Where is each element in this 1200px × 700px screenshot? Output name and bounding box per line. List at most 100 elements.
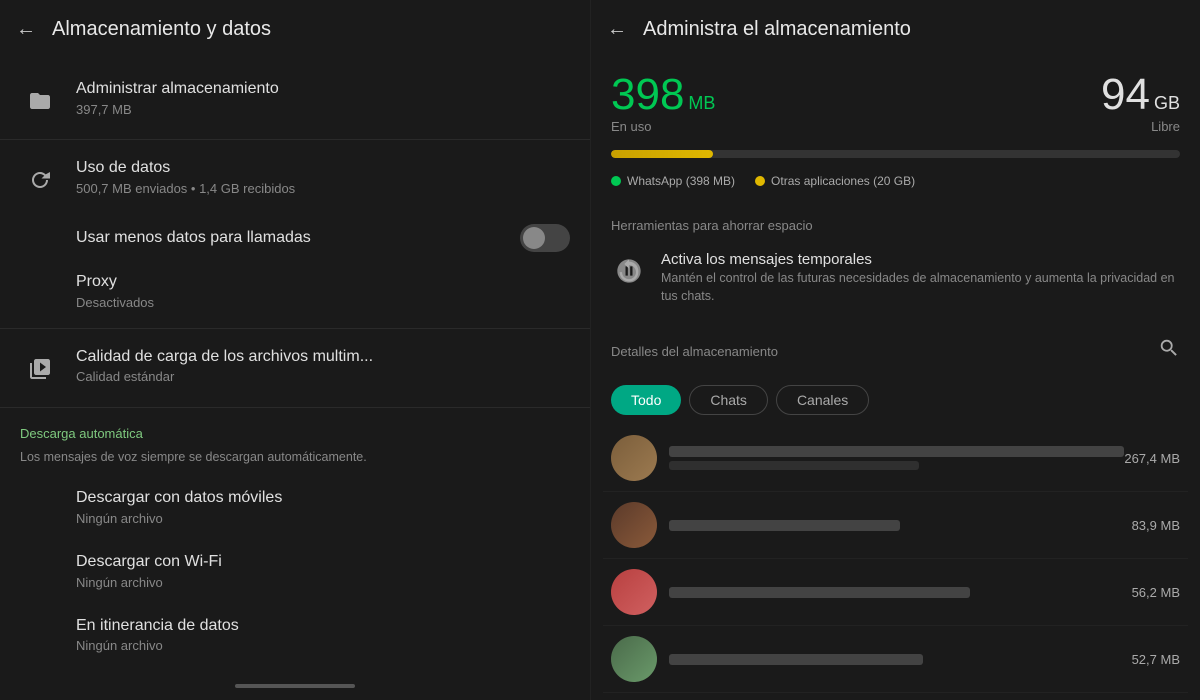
manage-storage-sublabel: 397,7 MB	[76, 102, 570, 119]
storage-used-desc: En uso	[611, 119, 715, 134]
manage-storage-text: Administrar almacenamiento 397,7 MB	[76, 79, 570, 119]
left-panel: ← Almacenamiento y datos Administrar alm…	[0, 0, 590, 700]
toggle-knob	[523, 227, 545, 249]
media-quality-item[interactable]: Calidad de carga de los archivos multim.…	[0, 333, 590, 403]
auto-download-desc: Los mensajes de voz siempre se descargan…	[0, 447, 590, 477]
use-less-data-item[interactable]: Usar menos datos para llamadas	[0, 214, 590, 262]
divider-1	[0, 139, 590, 140]
temp-messages-text: Activa los mensajes temporales Mantén el…	[661, 251, 1180, 305]
right-back-button[interactable]: ←	[607, 18, 627, 41]
auto-download-label: Descarga automática	[0, 412, 590, 447]
chat-list: 267,4 MB 83,9 MB 56,2 MB 52,7 MB	[591, 425, 1200, 700]
tab-all[interactable]: Todo	[611, 385, 681, 415]
right-panel: ← Administra el almacenamiento 398 MB En…	[590, 0, 1200, 700]
download-wifi-sublabel: Ningún archivo	[76, 575, 570, 592]
media-quality-sublabel: Calidad estándar	[76, 369, 570, 386]
chat-item-4[interactable]: 43,2 MB	[603, 693, 1188, 700]
chat-size-0: 267,4 MB	[1124, 451, 1180, 466]
divider-3	[0, 407, 590, 408]
download-roaming-item[interactable]: En itinerancia de datos Ningún archivo	[0, 604, 590, 668]
proxy-item[interactable]: Proxy Desactivados	[0, 262, 590, 324]
chat-name-0	[669, 446, 1124, 457]
tools-title: Herramientas para ahorrar espacio	[611, 218, 1180, 233]
legend-other-dot	[755, 176, 765, 186]
right-panel-title: Administra el almacenamiento	[643, 18, 911, 41]
right-header: ← Administra el almacenamiento	[591, 0, 1200, 57]
download-mobile-sublabel: Ningún archivo	[76, 511, 570, 528]
chat-avatar-0	[611, 435, 657, 481]
left-bottom-bar	[0, 676, 590, 700]
legend-whatsapp-dot	[611, 176, 621, 186]
data-usage-sublabel: 500,7 MB enviados • 1,4 GB recibidos	[76, 181, 570, 198]
storage-free-number: 94	[1101, 73, 1150, 117]
temp-messages-item[interactable]: Activa los mensajes temporales Mantén el…	[611, 243, 1180, 313]
legend-other-text: Otras aplicaciones (20 GB)	[771, 174, 915, 188]
storage-progress-container	[591, 146, 1200, 168]
media-quality-text: Calidad de carga de los archivos multim.…	[76, 347, 570, 387]
chat-name-3	[669, 654, 923, 665]
chat-item-2[interactable]: 56,2 MB	[603, 559, 1188, 626]
left-panel-title: Almacenamiento y datos	[52, 18, 271, 41]
media-icon	[20, 349, 60, 389]
tools-section: Herramientas para ahorrar espacio Activa…	[591, 208, 1200, 319]
tab-chats[interactable]: Chats	[689, 385, 768, 415]
manage-storage-label: Administrar almacenamiento	[76, 79, 570, 100]
storage-free-desc: Libre	[1151, 119, 1180, 134]
use-less-data-toggle[interactable]	[520, 224, 570, 252]
storage-legend: WhatsApp (398 MB) Otras aplicaciones (20…	[591, 168, 1200, 200]
chat-info-1	[669, 520, 1132, 531]
download-roaming-label: En itinerancia de datos	[76, 616, 570, 637]
chat-item-3[interactable]: 52,7 MB	[603, 626, 1188, 693]
temp-messages-label: Activa los mensajes temporales	[661, 251, 1180, 268]
search-icon-button[interactable]	[1158, 337, 1180, 365]
chat-subname-0	[669, 461, 919, 470]
details-section: Detalles del almacenamiento	[591, 327, 1200, 381]
chat-size-1: 83,9 MB	[1132, 518, 1180, 533]
storage-progress-bar-fill	[611, 150, 713, 158]
storage-summary: 398 MB En uso 94 GB Libre	[591, 57, 1200, 146]
refresh-icon	[20, 160, 60, 200]
left-header: ← Almacenamiento y datos	[0, 0, 590, 57]
chat-size-3: 52,7 MB	[1132, 652, 1180, 667]
storage-progress-bar-bg	[611, 150, 1180, 158]
chat-avatar-2	[611, 569, 657, 615]
media-quality-label: Calidad de carga de los archivos multim.…	[76, 347, 570, 368]
download-mobile-item[interactable]: Descargar con datos móviles Ningún archi…	[0, 476, 590, 540]
storage-used: 398 MB En uso	[611, 73, 715, 134]
chat-avatar-1	[611, 502, 657, 548]
chat-item-1[interactable]: 83,9 MB	[603, 492, 1188, 559]
temp-messages-desc: Mantén el control de las futuras necesid…	[661, 270, 1180, 305]
details-title: Detalles del almacenamiento	[611, 344, 778, 359]
temp-messages-icon	[611, 253, 647, 289]
storage-used-unit: MB	[688, 93, 715, 114]
chat-name-1	[669, 520, 900, 531]
storage-free-number-row: 94 GB	[1101, 73, 1180, 117]
chat-info-3	[669, 654, 1132, 665]
storage-used-number: 398	[611, 73, 684, 117]
chat-avatar-3	[611, 636, 657, 682]
data-usage-label: Uso de datos	[76, 158, 570, 179]
chat-info-2	[669, 587, 1132, 598]
chat-item-0[interactable]: 267,4 MB	[603, 425, 1188, 492]
chat-info-0	[669, 446, 1124, 470]
download-wifi-item[interactable]: Descargar con Wi-Fi Ningún archivo	[0, 540, 590, 604]
chat-name-2	[669, 587, 970, 598]
download-wifi-label: Descargar con Wi-Fi	[76, 552, 570, 573]
left-back-button[interactable]: ←	[16, 18, 36, 41]
use-less-data-label: Usar menos datos para llamadas	[76, 228, 520, 249]
left-home-indicator	[235, 684, 355, 688]
details-header: Detalles del almacenamiento	[611, 337, 1180, 365]
storage-used-number-row: 398 MB	[611, 73, 715, 117]
legend-other: Otras aplicaciones (20 GB)	[755, 174, 915, 188]
manage-storage-item[interactable]: Administrar almacenamiento 397,7 MB	[0, 65, 590, 135]
legend-whatsapp-text: WhatsApp (398 MB)	[627, 174, 735, 188]
folder-icon	[20, 81, 60, 121]
storage-free-unit: GB	[1154, 93, 1180, 114]
tab-channels[interactable]: Canales	[776, 385, 869, 415]
proxy-sublabel: Desactivados	[76, 295, 570, 312]
data-usage-item[interactable]: Uso de datos 500,7 MB enviados • 1,4 GB …	[0, 144, 590, 214]
download-mobile-label: Descargar con datos móviles	[76, 488, 570, 509]
download-roaming-sublabel: Ningún archivo	[76, 638, 570, 655]
divider-2	[0, 328, 590, 329]
use-less-data-text: Usar menos datos para llamadas	[76, 228, 520, 249]
